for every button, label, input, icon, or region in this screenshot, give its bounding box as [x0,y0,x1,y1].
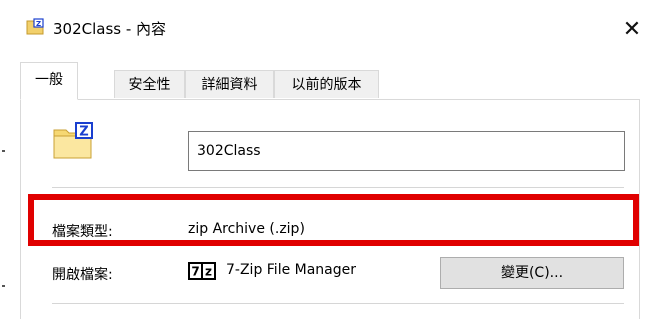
svg-text:Z: Z [36,20,41,28]
svg-text:7: 7 [191,265,199,279]
zip-folder-icon: Z [26,18,44,35]
tab-general[interactable]: 一般 [20,62,78,100]
opens-with-value: 7-Zip File Manager [226,262,357,278]
close-button[interactable]: ✕ [610,10,654,50]
svg-text:z: z [205,265,212,279]
tab-label: 安全性 [128,77,171,93]
tab-label: 一般 [35,72,63,88]
edge-mark [2,285,5,287]
opens-with-label: 開啟檔案: [52,267,113,283]
properties-dialog: Z 302Class - 內容 ✕ 一般 安全性 詳細資料 以前的版本 Z 30… [10,0,654,319]
change-button[interactable]: 變更(C)... [440,257,624,289]
tab-security[interactable]: 安全性 [114,70,185,98]
title-bar[interactable]: Z 302Class - 內容 ✕ [10,0,654,58]
tab-label: 以前的版本 [291,77,362,93]
file-name-field[interactable]: 302Class [188,131,625,171]
window-title: 302Class - 內容 [53,20,167,38]
highlight-box [28,194,639,246]
zip-folder-icon: Z [53,122,93,159]
background-window-edge [0,0,10,310]
change-button-label: 變更(C)... [500,265,564,281]
svg-text:Z: Z [79,125,88,140]
tab-label: 詳細資料 [201,77,258,93]
tab-details[interactable]: 詳細資料 [185,70,274,98]
divider [52,187,624,188]
tab-previous-versions[interactable]: 以前的版本 [274,70,379,98]
edge-mark [2,150,5,152]
tab-strip: 一般 安全性 詳細資料 以前的版本 [20,62,640,100]
divider [52,303,624,304]
close-icon: ✕ [622,17,642,42]
7zip-icon: 7 z [188,262,216,280]
